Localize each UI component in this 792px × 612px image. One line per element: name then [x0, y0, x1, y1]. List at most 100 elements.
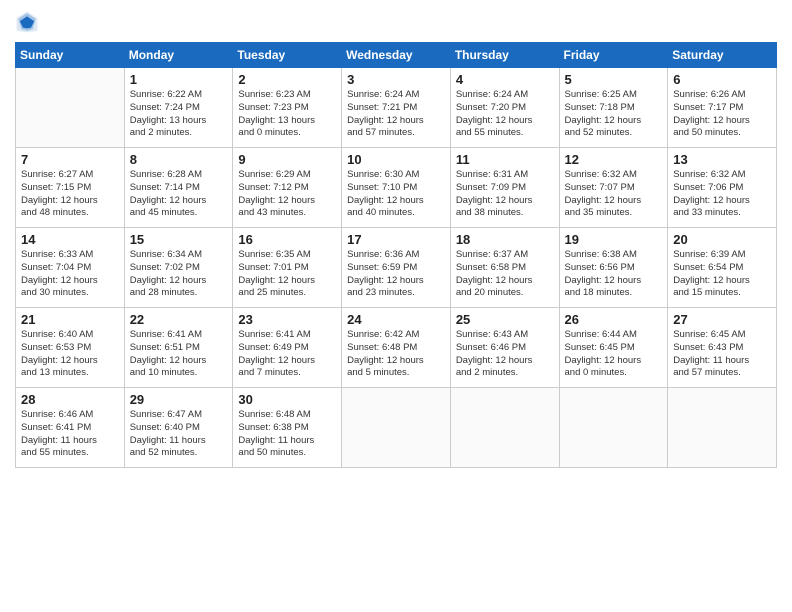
- day-number: 9: [238, 152, 336, 167]
- calendar-cell: 6Sunrise: 6:26 AM Sunset: 7:17 PM Daylig…: [668, 68, 777, 148]
- calendar-week-row: 14Sunrise: 6:33 AM Sunset: 7:04 PM Dayli…: [16, 228, 777, 308]
- header: [15, 10, 777, 34]
- logo-icon: [15, 10, 39, 34]
- calendar-cell: [668, 388, 777, 468]
- day-info: Sunrise: 6:48 AM Sunset: 6:38 PM Dayligh…: [238, 409, 336, 460]
- day-info: Sunrise: 6:38 AM Sunset: 6:56 PM Dayligh…: [565, 249, 663, 300]
- calendar-cell: [342, 388, 451, 468]
- day-info: Sunrise: 6:31 AM Sunset: 7:09 PM Dayligh…: [456, 169, 554, 220]
- calendar-week-row: 7 Sunrise: 6:27 AM Sunset: 7:15 PM Daylig…: [16, 148, 777, 228]
- day-number: 26: [565, 312, 663, 327]
- calendar-cell: 10 Sunrise: 6:30 AM Sunset: 7:10 PM Dayli…: [342, 148, 451, 228]
- day-number: 15: [130, 232, 228, 247]
- page: SundayMondayTuesdayWednesdayThursdayFrid…: [0, 0, 792, 612]
- day-info: Sunrise: 6:37 AM Sunset: 6:58 PM Dayligh…: [456, 249, 554, 300]
- calendar-cell: 11 Sunrise: 6:31 AM Sunset: 7:09 PM Dayli…: [450, 148, 559, 228]
- day-number: 27: [673, 312, 771, 327]
- calendar-cell: 22Sunrise: 6:41 AM Sunset: 6:51 PM Dayli…: [124, 308, 233, 388]
- day-header-saturday: Saturday: [668, 43, 777, 68]
- day-number: 2: [238, 72, 336, 87]
- day-number: 7: [21, 152, 119, 167]
- day-info: Sunrise: 6:24 AM Sunset: 7:21 PM Dayligh…: [347, 89, 445, 140]
- calendar-cell: 23Sunrise: 6:41 AM Sunset: 6:49 PM Dayli…: [233, 308, 342, 388]
- day-number: 13: [673, 152, 771, 167]
- calendar-cell: [559, 388, 668, 468]
- calendar-cell: 5 Sunrise: 6:25 AM Sunset: 7:18 PM Daylig…: [559, 68, 668, 148]
- calendar-cell: [450, 388, 559, 468]
- calendar-cell: 14Sunrise: 6:33 AM Sunset: 7:04 PM Dayli…: [16, 228, 125, 308]
- day-number: 5: [565, 72, 663, 87]
- calendar-cell: 1Sunrise: 6:22 AM Sunset: 7:24 PM Daylig…: [124, 68, 233, 148]
- day-info: Sunrise: 6:32 AM Sunset: 7:07 PM Dayligh…: [565, 169, 663, 220]
- day-number: 10: [347, 152, 445, 167]
- day-info: Sunrise: 6:28 AM Sunset: 7:14 PM Dayligh…: [130, 169, 228, 220]
- day-number: 12: [565, 152, 663, 167]
- calendar-cell: 30Sunrise: 6:48 AM Sunset: 6:38 PM Dayli…: [233, 388, 342, 468]
- day-number: 17: [347, 232, 445, 247]
- day-info: Sunrise: 6:41 AM Sunset: 6:51 PM Dayligh…: [130, 329, 228, 380]
- day-info: Sunrise: 6:43 AM Sunset: 6:46 PM Dayligh…: [456, 329, 554, 380]
- day-header-wednesday: Wednesday: [342, 43, 451, 68]
- day-info: Sunrise: 6:34 AM Sunset: 7:02 PM Dayligh…: [130, 249, 228, 300]
- calendar-week-row: 28Sunrise: 6:46 AM Sunset: 6:41 PM Dayli…: [16, 388, 777, 468]
- day-number: 29: [130, 392, 228, 407]
- day-header-friday: Friday: [559, 43, 668, 68]
- day-number: 28: [21, 392, 119, 407]
- day-number: 1: [130, 72, 228, 87]
- calendar-cell: 12 Sunrise: 6:32 AM Sunset: 7:07 PM Dayli…: [559, 148, 668, 228]
- day-number: 4: [456, 72, 554, 87]
- calendar-cell: 25 Sunrise: 6:43 AM Sunset: 6:46 PM Dayli…: [450, 308, 559, 388]
- calendar-cell: 13 Sunrise: 6:32 AM Sunset: 7:06 PM Dayli…: [668, 148, 777, 228]
- day-number: 18: [456, 232, 554, 247]
- day-number: 24: [347, 312, 445, 327]
- day-number: 21: [21, 312, 119, 327]
- day-info: Sunrise: 6:32 AM Sunset: 7:06 PM Dayligh…: [673, 169, 771, 220]
- calendar-week-row: 21 Sunrise: 6:40 AM Sunset: 6:53 PM Dayli…: [16, 308, 777, 388]
- day-info: Sunrise: 6:24 AM Sunset: 7:20 PM Dayligh…: [456, 89, 554, 140]
- logo: [15, 10, 43, 34]
- day-info: Sunrise: 6:26 AM Sunset: 7:17 PM Dayligh…: [673, 89, 771, 140]
- day-info: Sunrise: 6:39 AM Sunset: 6:54 PM Dayligh…: [673, 249, 771, 300]
- day-info: Sunrise: 6:30 AM Sunset: 7:10 PM Dayligh…: [347, 169, 445, 220]
- day-info: Sunrise: 6:25 AM Sunset: 7:18 PM Dayligh…: [565, 89, 663, 140]
- calendar-week-row: 1Sunrise: 6:22 AM Sunset: 7:24 PM Daylig…: [16, 68, 777, 148]
- day-header-sunday: Sunday: [16, 43, 125, 68]
- calendar-cell: 8 Sunrise: 6:28 AM Sunset: 7:14 PM Daylig…: [124, 148, 233, 228]
- day-info: Sunrise: 6:27 AM Sunset: 7:15 PM Dayligh…: [21, 169, 119, 220]
- calendar-cell: 26 Sunrise: 6:44 AM Sunset: 6:45 PM Dayli…: [559, 308, 668, 388]
- calendar-cell: 24 Sunrise: 6:42 AM Sunset: 6:48 PM Dayli…: [342, 308, 451, 388]
- day-info: Sunrise: 6:45 AM Sunset: 6:43 PM Dayligh…: [673, 329, 771, 380]
- day-number: 3: [347, 72, 445, 87]
- day-number: 11: [456, 152, 554, 167]
- calendar-cell: 19 Sunrise: 6:38 AM Sunset: 6:56 PM Dayli…: [559, 228, 668, 308]
- day-header-thursday: Thursday: [450, 43, 559, 68]
- day-header-tuesday: Tuesday: [233, 43, 342, 68]
- calendar-cell: 18 Sunrise: 6:37 AM Sunset: 6:58 PM Dayli…: [450, 228, 559, 308]
- calendar-cell: [16, 68, 125, 148]
- calendar-header-row: SundayMondayTuesdayWednesdayThursdayFrid…: [16, 43, 777, 68]
- day-number: 25: [456, 312, 554, 327]
- day-info: Sunrise: 6:36 AM Sunset: 6:59 PM Dayligh…: [347, 249, 445, 300]
- calendar-cell: 7 Sunrise: 6:27 AM Sunset: 7:15 PM Daylig…: [16, 148, 125, 228]
- calendar-cell: 29Sunrise: 6:47 AM Sunset: 6:40 PM Dayli…: [124, 388, 233, 468]
- day-info: Sunrise: 6:44 AM Sunset: 6:45 PM Dayligh…: [565, 329, 663, 380]
- day-number: 14: [21, 232, 119, 247]
- day-header-monday: Monday: [124, 43, 233, 68]
- calendar-cell: 21 Sunrise: 6:40 AM Sunset: 6:53 PM Dayli…: [16, 308, 125, 388]
- day-info: Sunrise: 6:42 AM Sunset: 6:48 PM Dayligh…: [347, 329, 445, 380]
- calendar-cell: 17 Sunrise: 6:36 AM Sunset: 6:59 PM Dayli…: [342, 228, 451, 308]
- day-number: 8: [130, 152, 228, 167]
- day-number: 20: [673, 232, 771, 247]
- calendar-cell: 28Sunrise: 6:46 AM Sunset: 6:41 PM Dayli…: [16, 388, 125, 468]
- calendar-cell: 15 Sunrise: 6:34 AM Sunset: 7:02 PM Dayli…: [124, 228, 233, 308]
- calendar-cell: 16Sunrise: 6:35 AM Sunset: 7:01 PM Dayli…: [233, 228, 342, 308]
- calendar-cell: 27 Sunrise: 6:45 AM Sunset: 6:43 PM Dayli…: [668, 308, 777, 388]
- calendar-cell: 2Sunrise: 6:23 AM Sunset: 7:23 PM Daylig…: [233, 68, 342, 148]
- calendar-cell: 9Sunrise: 6:29 AM Sunset: 7:12 PM Daylig…: [233, 148, 342, 228]
- day-info: Sunrise: 6:40 AM Sunset: 6:53 PM Dayligh…: [21, 329, 119, 380]
- day-number: 19: [565, 232, 663, 247]
- calendar-table: SundayMondayTuesdayWednesdayThursdayFrid…: [15, 42, 777, 468]
- day-number: 23: [238, 312, 336, 327]
- calendar-cell: 4 Sunrise: 6:24 AM Sunset: 7:20 PM Daylig…: [450, 68, 559, 148]
- day-number: 16: [238, 232, 336, 247]
